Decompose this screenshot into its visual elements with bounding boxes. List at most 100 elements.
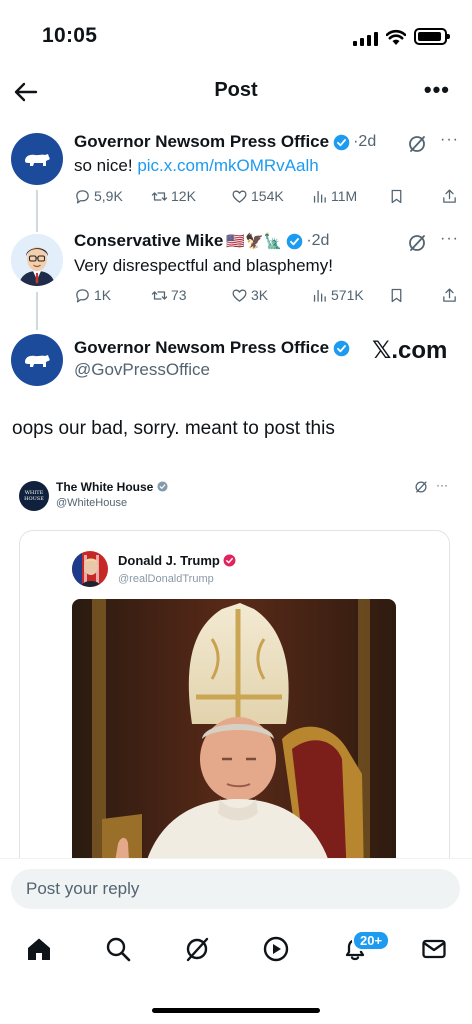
home-indicator bbox=[152, 1008, 320, 1013]
embedded-account-handle: @WhiteHouse bbox=[56, 497, 128, 509]
main-post-text: oops our bad, sorry. meant to post this bbox=[12, 418, 335, 439]
cellular-signal-icon bbox=[353, 32, 378, 46]
mail-icon bbox=[422, 939, 446, 959]
avatar[interactable] bbox=[11, 234, 63, 286]
gray-verified-badge-icon bbox=[157, 481, 168, 492]
repost-icon bbox=[151, 290, 168, 300]
bear-logo-icon bbox=[25, 355, 50, 367]
tab-home[interactable] bbox=[22, 932, 56, 966]
tweet-actions: 1K 73 3K 571K bbox=[74, 285, 456, 305]
like-button[interactable]: 154K bbox=[231, 188, 284, 205]
share-icon bbox=[443, 287, 456, 302]
reply-input[interactable]: Post your reply bbox=[11, 869, 460, 909]
repost-count: 12K bbox=[171, 188, 196, 204]
status-time: 10:05 bbox=[42, 24, 98, 47]
reply-count: 5,9K bbox=[94, 188, 123, 204]
grok-icon bbox=[415, 481, 427, 493]
more-options-icon[interactable]: ··· bbox=[440, 131, 459, 149]
tweet-text-body: so nice! bbox=[74, 156, 138, 175]
timestamp: ·2d bbox=[353, 133, 377, 150]
quoted-author-handle: @realDonaldTrump bbox=[118, 573, 214, 585]
pope-portrait-image bbox=[72, 599, 396, 860]
verified-badge-icon bbox=[333, 340, 350, 356]
tweet-text: so nice! pic.x.com/mkOMRvAalh bbox=[74, 155, 319, 177]
more-options-icon[interactable]: ··· bbox=[440, 230, 459, 248]
views-button[interactable]: 11M bbox=[311, 188, 357, 205]
views-icon bbox=[313, 289, 326, 302]
author-name[interactable]: Governor Newsom Press Office bbox=[74, 338, 329, 358]
white-house-avatar: WHITE HOUSE bbox=[19, 481, 49, 511]
like-count: 154K bbox=[251, 188, 284, 204]
status-bar: 10:05 bbox=[0, 0, 472, 70]
heart-icon bbox=[232, 190, 247, 203]
tab-messages[interactable] bbox=[417, 932, 451, 966]
more-options-icon[interactable]: ••• bbox=[424, 79, 450, 101]
wifi-icon bbox=[386, 29, 406, 45]
views-count: 11M bbox=[331, 188, 358, 204]
repost-button[interactable]: 12K bbox=[151, 188, 196, 205]
avatar[interactable] bbox=[11, 334, 63, 386]
avatar[interactable] bbox=[11, 133, 63, 185]
top-header: Post ••• bbox=[0, 70, 472, 114]
bookmark-button[interactable] bbox=[388, 188, 408, 205]
bear-logo-icon bbox=[25, 154, 50, 166]
timestamp: ·2d bbox=[306, 232, 330, 249]
verified-badge-icon bbox=[223, 554, 236, 567]
tweet-link[interactable]: pic.x.com/mkOMRvAalh bbox=[137, 156, 318, 175]
reply-icon bbox=[76, 189, 89, 204]
thread-line bbox=[36, 190, 38, 232]
share-icon bbox=[443, 188, 456, 203]
search-icon bbox=[106, 937, 131, 962]
quoted-author-name-text: Donald J. Trump bbox=[118, 553, 220, 568]
reply-icon bbox=[76, 288, 89, 303]
grok-icon bbox=[186, 937, 209, 962]
thread-line bbox=[36, 292, 38, 330]
bookmark-icon bbox=[391, 189, 402, 203]
portrait-icon bbox=[72, 551, 108, 587]
x-watermark: 𝕏.com bbox=[372, 337, 448, 364]
share-button[interactable] bbox=[441, 287, 461, 304]
embedded-image[interactable]: WHITE HOUSE The White House @WhiteHouse … bbox=[0, 470, 472, 860]
play-circle-icon bbox=[263, 936, 289, 962]
quoted-avatar bbox=[72, 551, 108, 587]
tweet-header: Conservative Mike 🇺🇸🦅🗽 ·2d bbox=[74, 231, 329, 251]
tweet-header: Governor Newsom Press Office ·2d bbox=[74, 132, 376, 152]
grok-icon[interactable] bbox=[407, 134, 427, 154]
more-options-icon: ··· bbox=[436, 478, 448, 492]
repost-button[interactable]: 73 bbox=[151, 287, 187, 304]
tweet-actions: 5,9K 12K 154K 11M bbox=[74, 186, 456, 206]
tab-search[interactable] bbox=[101, 932, 135, 966]
heart-icon bbox=[232, 289, 247, 302]
notification-badge: 20+ bbox=[352, 930, 391, 951]
embedded-account-name: The White House bbox=[56, 480, 168, 494]
like-button[interactable]: 3K bbox=[231, 287, 268, 304]
views-button[interactable]: 571K bbox=[311, 287, 364, 304]
repost-icon bbox=[151, 191, 168, 201]
views-count: 571K bbox=[331, 287, 364, 303]
verified-badge-icon bbox=[333, 134, 350, 150]
reply-button[interactable]: 5,9K bbox=[74, 188, 123, 205]
author-handle[interactable]: @GovPressOffice bbox=[74, 360, 210, 380]
tab-video[interactable] bbox=[259, 932, 293, 966]
author-name[interactable]: Conservative Mike bbox=[74, 231, 223, 251]
home-icon bbox=[28, 938, 50, 960]
repost-count: 73 bbox=[171, 287, 187, 303]
share-button[interactable] bbox=[441, 188, 461, 205]
grok-icon[interactable] bbox=[407, 233, 427, 253]
quoted-author-name: Donald J. Trump bbox=[118, 553, 236, 568]
embedded-account-name-text: The White House bbox=[56, 480, 154, 494]
reply-button[interactable]: 1K bbox=[74, 287, 111, 304]
reply-count: 1K bbox=[94, 287, 112, 303]
bookmark-button[interactable] bbox=[388, 287, 408, 304]
views-icon bbox=[313, 190, 326, 203]
pope-figure-icon bbox=[72, 599, 396, 860]
tweet-text: Very disrespectful and blasphemy! bbox=[74, 256, 333, 275]
page-title: Post bbox=[214, 79, 258, 101]
bottom-tab-bar: 20+ bbox=[0, 920, 472, 1024]
like-count: 3K bbox=[251, 287, 269, 303]
tab-grok[interactable] bbox=[180, 932, 214, 966]
bookmark-icon bbox=[391, 288, 402, 302]
author-emoji-flags: 🇺🇸🦅🗽 bbox=[226, 233, 283, 250]
battery-icon bbox=[414, 28, 450, 45]
author-name[interactable]: Governor Newsom Press Office bbox=[74, 132, 329, 152]
